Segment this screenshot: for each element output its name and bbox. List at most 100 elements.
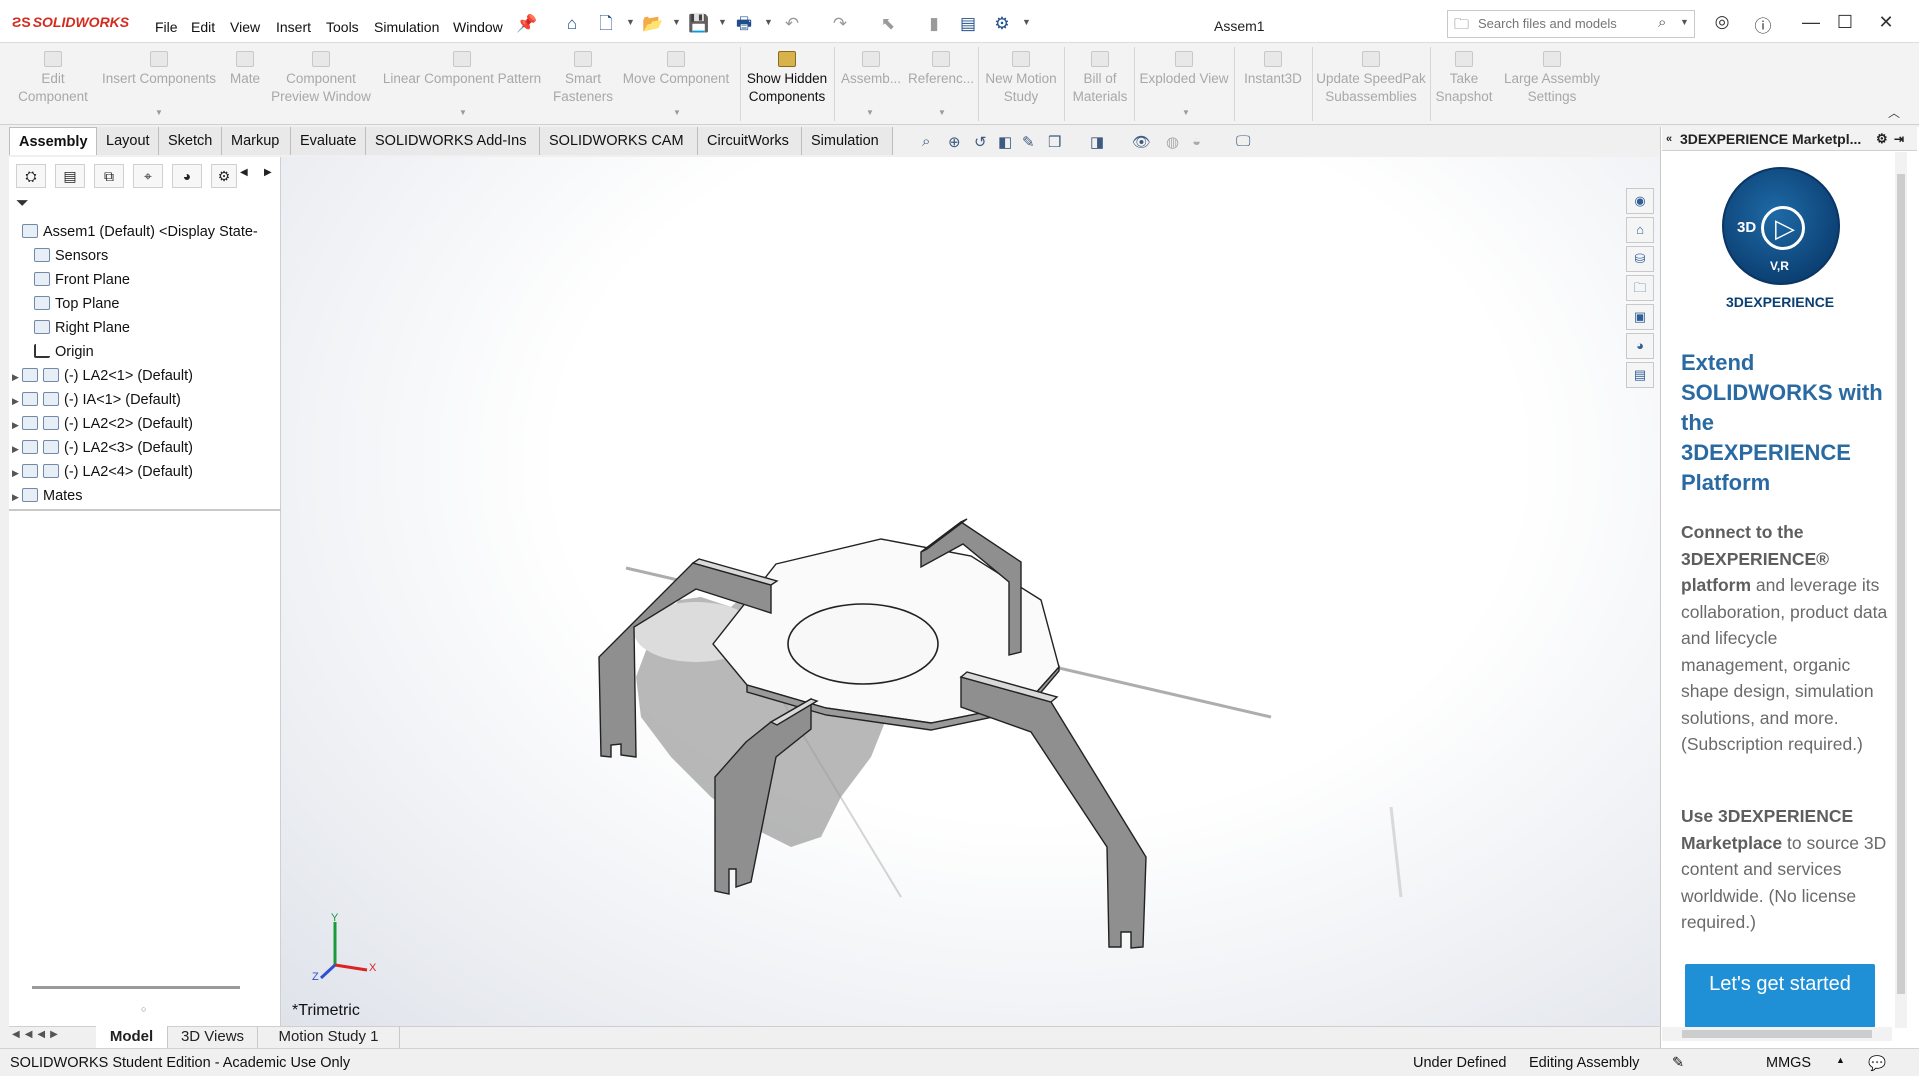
select-icon[interactable]: ⬉ — [878, 14, 898, 34]
collapse-arrows-icon[interactable]: « — [1666, 127, 1672, 151]
large-assembly-settings-button[interactable]: Large Assembly Settings — [1498, 51, 1606, 106]
account-icon[interactable]: ◎ — [1708, 12, 1736, 34]
new-motion-study-button[interactable]: New Motion Study — [980, 51, 1062, 106]
move-component-button[interactable]: Move Component — [620, 51, 732, 88]
chevron-down-icon[interactable]: ▼ — [1680, 17, 1689, 27]
tree-item-origin[interactable]: Origin — [12, 340, 280, 364]
tree-item-right-plane[interactable]: Right Plane — [12, 316, 280, 340]
task-pane-scrollbar[interactable] — [1895, 152, 1907, 1028]
smart-fasteners-button[interactable]: Smart Fasteners — [550, 51, 616, 106]
previous-view-icon[interactable]: ↺ — [974, 133, 987, 151]
tab-layout[interactable]: Layout — [97, 127, 159, 155]
section-view-icon[interactable]: ◧ — [998, 133, 1012, 151]
chevron-up-icon[interactable]: ▲ — [1836, 1055, 1845, 1065]
tree-item-top-plane[interactable]: Top Plane — [12, 292, 280, 316]
menu-file[interactable]: File — [155, 19, 178, 35]
chevron-down-icon[interactable]: ▼ — [718, 17, 727, 27]
display-style-icon[interactable]: ◨ — [1090, 133, 1104, 151]
expand-arrow-icon[interactable]: ▶ — [12, 389, 22, 413]
menu-insert[interactable]: Insert — [276, 19, 311, 35]
view-settings-icon[interactable]: 🖵 — [1236, 133, 1250, 150]
get-started-button[interactable]: Let's get started — [1685, 964, 1875, 1028]
design-library-tab[interactable]: ⛁ — [1626, 246, 1654, 272]
chevron-left-icon[interactable]: ◀ — [240, 167, 248, 178]
expand-arrow-icon[interactable]: ▶ — [12, 485, 22, 509]
pane-splitter[interactable] — [9, 509, 281, 511]
edit-component-button[interactable]: Edit Component — [12, 51, 94, 106]
chevron-right-icon[interactable]: ▶ — [264, 167, 272, 178]
chevron-down-icon[interactable]: ▼ — [866, 108, 874, 117]
maximize-button[interactable]: ☐ — [1831, 12, 1859, 34]
comment-icon[interactable]: 💬 — [1868, 1055, 1886, 1072]
tab-evaluate[interactable]: Evaluate — [291, 127, 366, 155]
search-icon[interactable]: ⌕ — [1658, 14, 1666, 31]
take-snapshot-button[interactable]: Take Snapshot — [1432, 51, 1496, 106]
view-orientation-icon[interactable]: ❒ — [1048, 133, 1061, 151]
chevron-down-icon[interactable]: ▼ — [673, 108, 681, 117]
chevron-down-icon[interactable]: ▼ — [626, 17, 635, 27]
view-palette-tab[interactable]: ▣ — [1626, 304, 1654, 330]
show-hidden-components-button[interactable]: Show Hidden Components — [744, 51, 830, 106]
expand-arrow-icon[interactable]: ▶ — [12, 365, 22, 389]
appearances-tab[interactable]: ◕ — [1626, 333, 1654, 359]
apply-scene-icon[interactable]: ◒ — [1192, 133, 1201, 150]
menu-edit[interactable]: Edit — [191, 19, 215, 35]
tab-solidworks-add-ins[interactable]: SOLIDWORKS Add-Ins — [366, 127, 540, 155]
tab-3d-views[interactable]: 3D Views — [168, 1026, 258, 1048]
rebuild-status-icon[interactable]: ✎ — [1672, 1055, 1684, 1071]
settings-gear-icon[interactable]: ⚙ — [1876, 127, 1888, 151]
menu-window[interactable]: Window — [453, 19, 503, 35]
cam-manager-tab[interactable]: ⚙ — [211, 164, 237, 188]
tab-circuitworks[interactable]: CircuitWorks — [698, 127, 802, 155]
menu-view[interactable]: View — [230, 19, 260, 35]
chevron-down-icon[interactable]: ▼ — [1022, 17, 1031, 27]
instant3d-button[interactable]: Instant3D — [1236, 51, 1310, 88]
tab-scroll-arrows-icon[interactable]: ◀◀◀▶ — [12, 1029, 63, 1040]
new-document-icon[interactable]: 🗋 — [596, 14, 616, 34]
tree-component[interactable]: ▶ (-) LA2<1> (Default) — [12, 364, 280, 388]
pin-icon[interactable]: ⇥ — [1894, 127, 1904, 151]
property-manager-tab[interactable]: ▤ — [55, 164, 85, 188]
task-pane-hscrollbar[interactable] — [1662, 1027, 1892, 1041]
file-explorer-tab[interactable]: 🗀 — [1626, 275, 1654, 301]
dynamic-annotation-icon[interactable]: ✎ — [1022, 133, 1035, 151]
chevron-down-icon[interactable]: ▼ — [155, 108, 163, 117]
redo-icon[interactable]: ↷ — [830, 14, 850, 34]
zoom-to-area-icon[interactable]: ⊕ — [948, 133, 961, 151]
tree-component[interactable]: ▶ (-) LA2<4> (Default) — [12, 460, 280, 484]
tab-sketch[interactable]: Sketch — [159, 127, 222, 155]
reference-geometry-button[interactable]: Referenc... — [906, 51, 976, 88]
tab-assembly[interactable]: Assembly — [9, 127, 97, 155]
zoom-to-fit-icon[interactable]: ⌕ — [922, 133, 930, 150]
options-gear-icon[interactable]: ⚙ — [992, 14, 1012, 34]
chevron-down-icon[interactable]: ▼ — [764, 17, 773, 27]
pin-icon[interactable]: 📌 — [516, 14, 537, 34]
bill-of-materials-button[interactable]: Bill of Materials — [1068, 51, 1132, 106]
solidworks-logo[interactable]: ƧS SOLIDWORKS — [12, 14, 129, 30]
expand-arrow-icon[interactable]: ▶ — [12, 413, 22, 437]
configuration-manager-tab[interactable]: ⧉ — [94, 164, 124, 188]
component-preview-window-button[interactable]: Component Preview Window — [268, 51, 374, 106]
tree-component[interactable]: ▶ (-) IA<1> (Default) — [12, 388, 280, 412]
filter-icon[interactable]: ⏷ — [16, 195, 29, 213]
solidworks-resources-tab[interactable]: ⌂ — [1626, 217, 1654, 243]
expand-arrow-icon[interactable]: ▶ — [12, 461, 22, 485]
minimize-button[interactable]: — — [1797, 12, 1825, 34]
file-properties-icon[interactable]: ▤ — [958, 14, 978, 34]
insert-components-button[interactable]: Insert Components — [98, 51, 220, 88]
tab-simulation[interactable]: Simulation — [802, 127, 893, 155]
tab-model[interactable]: Model — [96, 1026, 168, 1048]
update-speedpak-button[interactable]: Update SpeedPak Subassemblies — [1314, 51, 1428, 106]
feature-manager-tab[interactable]: ⛭ — [16, 164, 46, 188]
tree-component[interactable]: ▶ (-) LA2<2> (Default) — [12, 412, 280, 436]
rebuild-icon[interactable]: ▮ — [924, 14, 944, 34]
search-input[interactable] — [1478, 16, 1653, 31]
assembly-features-button[interactable]: Assemb... — [838, 51, 904, 88]
hide-show-items-icon[interactable]: 👁 — [1132, 133, 1151, 151]
menu-tools[interactable]: Tools — [326, 19, 359, 35]
expand-arrow-icon[interactable]: ▶ — [12, 437, 22, 461]
tree-root[interactable]: Assem1 (Default) <Display State- — [12, 220, 280, 244]
tab-markup[interactable]: Markup — [222, 127, 291, 155]
open-icon[interactable]: 📂 — [642, 14, 663, 34]
dimxpert-manager-tab[interactable]: ⌖ — [133, 164, 163, 188]
